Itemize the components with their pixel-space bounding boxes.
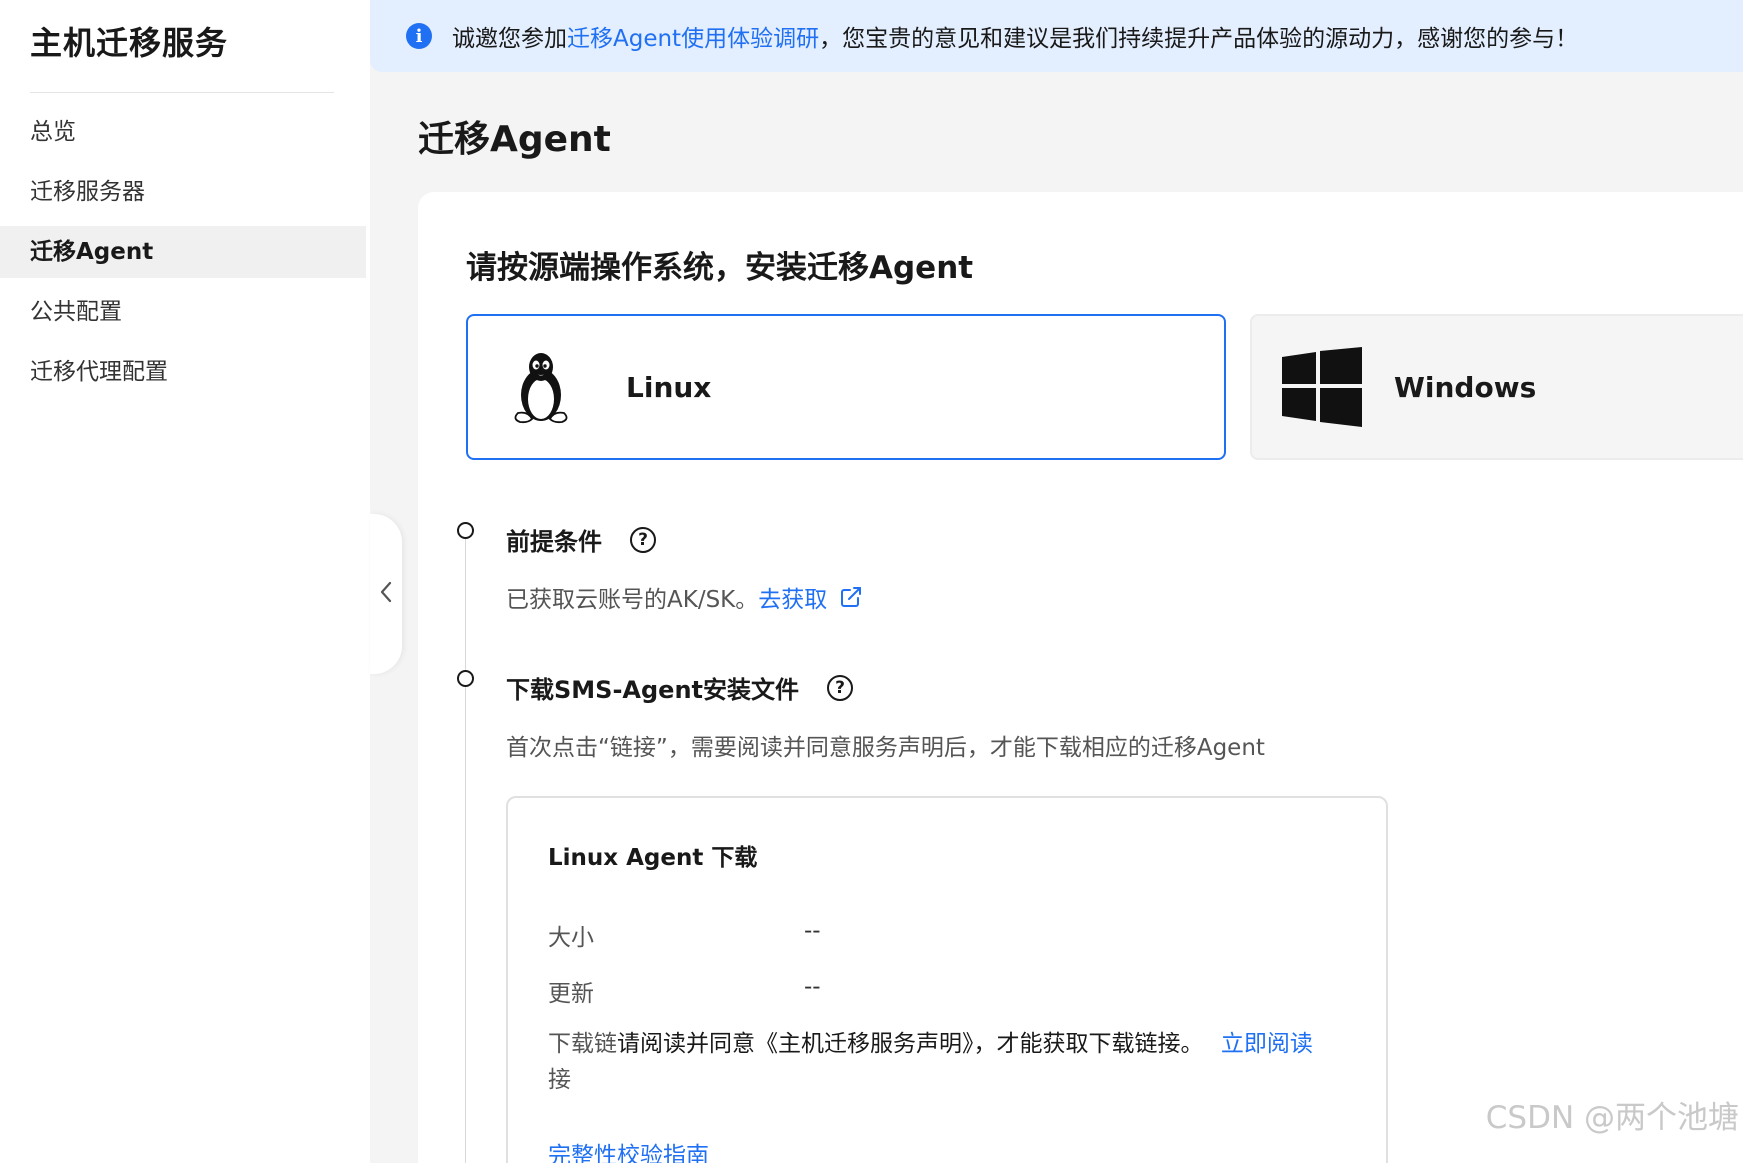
- watermark: CSDN @两个池塘: [1485, 1100, 1739, 1136]
- os-label-linux: Linux: [626, 370, 712, 404]
- updated-value: --: [804, 974, 821, 1000]
- updated-label: 更新: [548, 981, 594, 1007]
- download-link-label: 下载链: [548, 1031, 617, 1057]
- app-title: 主机迁移服务: [30, 24, 229, 62]
- sidebar-nav: 总览 迁移服务器 迁移Agent 公共配置 迁移代理配置: [0, 106, 366, 406]
- integrity-guide-link[interactable]: 完整性校验指南: [548, 1136, 709, 1163]
- banner-text-before: 诚邀您参加: [452, 26, 567, 52]
- step-dot: [457, 670, 474, 687]
- sidebar-collapse-button[interactable]: [370, 514, 402, 674]
- survey-link[interactable]: 迁移Agent使用体验调研: [567, 19, 819, 53]
- external-link-icon[interactable]: [839, 585, 863, 609]
- download-link-notice: 请阅读并同意《主机迁移服务声明》，才能获取下载链接。: [617, 1031, 1204, 1057]
- read-now-link[interactable]: 立即阅读: [1221, 1031, 1313, 1057]
- sidebar-item-public-config[interactable]: 公共配置: [0, 286, 366, 338]
- step-prerequisites-title: 前提条件 ?: [506, 522, 656, 557]
- download-link-row: 下载链请阅读并同意《主机迁移服务声明》，才能获取下载链接。 立即阅读 接: [548, 1026, 1368, 1098]
- step-dot: [457, 522, 474, 539]
- question-mark-icon[interactable]: ?: [630, 526, 656, 553]
- linux-agent-download-panel: Linux Agent 下载 大小 -- 更新 -- 下载链请阅读并同意《主机迁…: [506, 796, 1388, 1163]
- windows-logo-icon: [1282, 347, 1362, 427]
- sidebar-item-migration-agent[interactable]: 迁移Agent: [0, 226, 366, 278]
- download-panel-title: Linux Agent 下载: [548, 845, 758, 871]
- chevron-left-icon: [379, 580, 393, 608]
- step-prerequisites-desc: 已获取云账号的AK/SK。 去获取: [506, 580, 863, 614]
- sidebar-item-migration-servers[interactable]: 迁移服务器: [0, 166, 366, 218]
- sidebar-item-overview[interactable]: 总览: [0, 106, 366, 158]
- os-option-linux[interactable]: Linux: [466, 314, 1226, 460]
- linux-penguin-icon: [508, 349, 574, 425]
- size-value: --: [804, 918, 821, 944]
- sidebar-divider: [30, 92, 334, 93]
- steps-timeline: [465, 536, 466, 1163]
- step-download-title: 下载SMS-Agent安装文件 ?: [506, 670, 854, 705]
- step-download-desc: 首次点击“链接”，需要阅读并同意服务声明后，才能下载相应的迁移Agent: [506, 735, 1265, 761]
- step-title-text: 前提条件: [506, 528, 602, 556]
- install-card: 请按源端操作系统，安装迁移Agent Linux Windows 前提条件 ? …: [418, 192, 1743, 1163]
- sidebar: 主机迁移服务 总览 迁移服务器 迁移Agent 公共配置 迁移代理配置: [0, 0, 370, 1163]
- size-label: 大小: [548, 925, 594, 951]
- survey-banner: i 诚邀您参加 迁移Agent使用体验调研 ，您宝贵的意见和建议是我们持续提升产…: [370, 0, 1743, 72]
- install-section-title: 请按源端操作系统，安装迁移Agent: [466, 250, 974, 286]
- os-label-windows: Windows: [1394, 370, 1537, 404]
- os-option-windows[interactable]: Windows: [1250, 314, 1743, 460]
- sidebar-item-proxy-config[interactable]: 迁移代理配置: [0, 346, 366, 398]
- step-title-text: 下载SMS-Agent安装文件: [506, 676, 800, 704]
- step-desc-text: 已获取云账号的AK/SK。: [506, 587, 759, 613]
- page-title: 迁移Agent: [418, 119, 611, 160]
- question-mark-icon[interactable]: ?: [827, 674, 854, 701]
- info-icon: i: [406, 23, 432, 49]
- download-link-label-tail: 接: [548, 1067, 571, 1093]
- get-aksk-link[interactable]: 去获取: [758, 580, 827, 614]
- banner-text-after: ，您宝贵的意见和建议是我们持续提升产品体验的源动力，感谢您的参与！: [819, 26, 1579, 52]
